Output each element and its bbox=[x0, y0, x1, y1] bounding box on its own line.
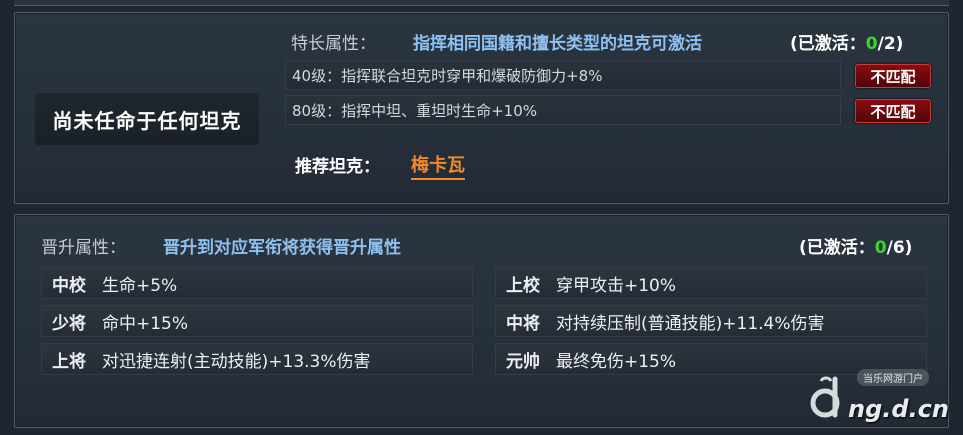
promotion-activated-count: (已激活：0/6) bbox=[799, 233, 912, 258]
rank-bonus: 对持续压制(普通技能)+11.4%伤害 bbox=[556, 313, 825, 334]
specialty-row-text: 40级：指挥联合坦克时穿甲和爆破防御力+8% bbox=[292, 66, 603, 85]
promotion-heading: 晋升属性： bbox=[41, 238, 126, 258]
rank-label: 中校 bbox=[52, 275, 86, 296]
rank-bonus: 穿甲攻击+10% bbox=[556, 275, 677, 296]
d-logo-icon bbox=[809, 375, 845, 425]
top-edge-strip bbox=[14, 0, 949, 6]
specialty-heading: 特长属性： bbox=[291, 34, 376, 54]
specialty-panel: 尚未任命于任何坦克 特长属性： 指挥相同国籍和擅长类型的坦克可激活 (已激活：0… bbox=[14, 12, 949, 204]
rank-label: 上校 bbox=[506, 275, 540, 296]
rank-bonus: 生命+5% bbox=[102, 275, 178, 296]
activated-number: 0 bbox=[865, 34, 878, 54]
promotion-row: 中将 对持续压制(普通技能)+11.4%伤害 bbox=[495, 305, 927, 337]
rank-label: 中将 bbox=[506, 313, 540, 334]
activated-total: /2) bbox=[877, 34, 904, 54]
recommend-label: 推荐坦克： bbox=[295, 157, 380, 177]
activated-number: 0 bbox=[874, 238, 887, 258]
site-watermark: 当乐网游门户 ng.d.cn bbox=[809, 367, 949, 427]
rank-bonus: 命中+15% bbox=[102, 313, 189, 334]
activated-total: /6) bbox=[886, 238, 913, 258]
rank-bonus: 对迅捷连射(主动技能)+13.3%伤害 bbox=[102, 351, 371, 372]
watermark-tag: 当乐网游门户 bbox=[857, 369, 929, 386]
recommended-tank-link[interactable]: 梅卡瓦 bbox=[411, 151, 465, 180]
specialty-row-80: 80级：指挥中坦、重坦时生命+10% bbox=[285, 95, 841, 125]
mismatch-badge: 不匹配 bbox=[855, 99, 931, 123]
specialty-description: 指挥相同国籍和擅长类型的坦克可激活 bbox=[413, 34, 702, 54]
promotion-row: 上将 对迅捷连射(主动技能)+13.3%伤害 bbox=[41, 343, 473, 375]
activated-prefix: (已激活： bbox=[790, 34, 866, 54]
specialty-row-40: 40级：指挥联合坦克时穿甲和爆破防御力+8% bbox=[285, 60, 841, 90]
activated-prefix: (已激活： bbox=[799, 238, 875, 258]
promotion-row: 中校 生命+5% bbox=[41, 267, 473, 299]
promotion-description: 晋升到对应军衔将获得晋升属性 bbox=[163, 238, 401, 258]
assignment-status: 尚未任命于任何坦克 bbox=[35, 93, 259, 145]
specialty-activated-count: (已激活：0/2) bbox=[790, 29, 903, 54]
rank-bonus: 最终免伤+15% bbox=[556, 351, 677, 372]
promotion-row: 上校 穿甲攻击+10% bbox=[495, 267, 927, 299]
rank-label: 元帅 bbox=[506, 351, 540, 372]
promotion-row: 少将 命中+15% bbox=[41, 305, 473, 337]
rank-label: 少将 bbox=[52, 313, 86, 334]
mismatch-badge: 不匹配 bbox=[855, 64, 931, 88]
rank-label: 上将 bbox=[52, 351, 86, 372]
specialty-row-text: 80级：指挥中坦、重坦时生命+10% bbox=[292, 101, 537, 120]
watermark-site: ng.d.cn bbox=[848, 395, 949, 423]
